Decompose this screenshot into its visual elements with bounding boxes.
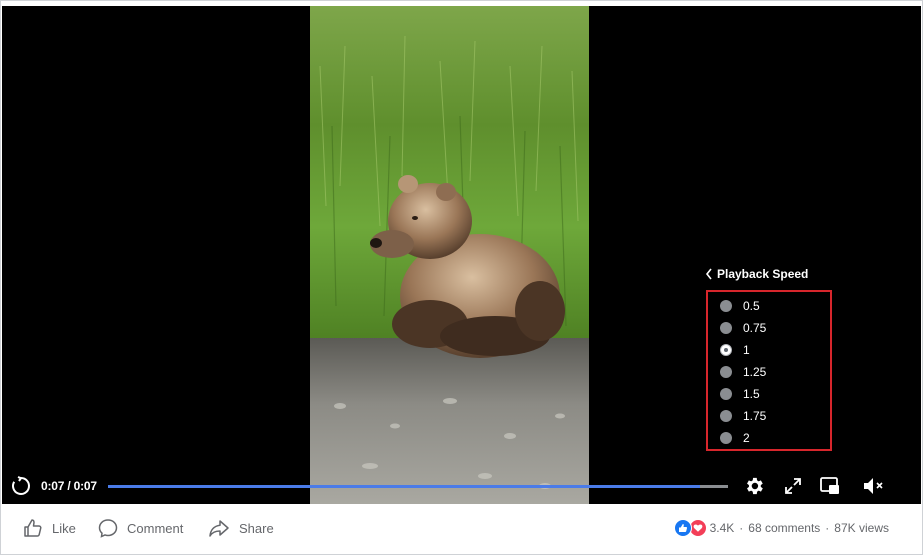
radio-button-selected bbox=[720, 344, 732, 356]
radio-button bbox=[720, 366, 732, 378]
stats-separator: · bbox=[825, 521, 830, 535]
stats-separator: · bbox=[739, 521, 744, 535]
view-count: 87K views bbox=[834, 521, 889, 535]
radio-button bbox=[720, 388, 732, 400]
speaker-muted-icon[interactable] bbox=[861, 474, 885, 498]
time-display: 0:07 / 0:07 bbox=[41, 479, 97, 493]
progress-fill bbox=[108, 485, 700, 488]
video-post: Playback Speed 0.5 0.75 1 1.25 1.5 1.75 … bbox=[0, 0, 923, 555]
bear-video-image bbox=[310, 6, 589, 504]
reaction-icons[interactable] bbox=[673, 519, 707, 537]
speed-option-0-5[interactable]: 0.5 bbox=[708, 295, 830, 317]
reaction-count[interactable]: 3.4K bbox=[710, 521, 735, 535]
video-controls: 0:07 / 0:07 bbox=[2, 468, 921, 504]
like-reaction-icon bbox=[673, 519, 692, 537]
expand-icon[interactable] bbox=[781, 474, 805, 498]
radio-button bbox=[720, 410, 732, 422]
speed-option-1-25[interactable]: 1.25 bbox=[708, 361, 830, 383]
post-action-bar: Like Comment Share 3.4K · 68 comments · … bbox=[2, 504, 921, 554]
comment-button[interactable]: Comment bbox=[98, 516, 183, 540]
speed-option-1-5[interactable]: 1.5 bbox=[708, 383, 830, 405]
video-player[interactable]: Playback Speed 0.5 0.75 1 1.25 1.5 1.75 … bbox=[2, 6, 921, 504]
share-label: Share bbox=[239, 520, 274, 536]
speed-option-1-75[interactable]: 1.75 bbox=[708, 405, 830, 427]
speed-option-label: 1.75 bbox=[743, 409, 767, 423]
speed-option-label: 1.25 bbox=[743, 365, 767, 379]
radio-button bbox=[720, 300, 732, 312]
share-arrow-icon bbox=[209, 520, 229, 537]
like-button[interactable]: Like bbox=[23, 516, 76, 540]
comment-bubble-icon bbox=[98, 519, 118, 538]
picture-in-picture-icon[interactable] bbox=[818, 474, 842, 498]
thumbs-up-icon bbox=[24, 519, 42, 537]
chevron-left-icon bbox=[705, 268, 712, 280]
speed-option-2[interactable]: 2 bbox=[708, 427, 830, 449]
speed-option-label: 2 bbox=[743, 431, 750, 445]
speed-option-label: 0.75 bbox=[743, 321, 767, 335]
comment-count[interactable]: 68 comments bbox=[748, 521, 820, 535]
share-button[interactable]: Share bbox=[208, 516, 274, 540]
speed-option-label: 1.5 bbox=[743, 387, 760, 401]
speed-option-1[interactable]: 1 bbox=[708, 339, 830, 361]
radio-button bbox=[720, 432, 732, 444]
video-frame[interactable] bbox=[310, 6, 589, 504]
gear-icon[interactable] bbox=[742, 474, 766, 498]
speed-menu-back-button[interactable]: Playback Speed bbox=[705, 264, 808, 284]
speed-menu-title: Playback Speed bbox=[717, 267, 809, 281]
comment-label: Comment bbox=[127, 520, 184, 536]
replay-icon[interactable] bbox=[9, 474, 33, 498]
progress-bar[interactable] bbox=[108, 485, 728, 488]
speed-option-0-75[interactable]: 0.75 bbox=[708, 317, 830, 339]
speed-option-label: 1 bbox=[743, 343, 750, 357]
speed-options-list: 0.5 0.75 1 1.25 1.5 1.75 2 bbox=[706, 290, 832, 451]
post-stats: 3.4K · 68 comments · 87K views bbox=[673, 518, 889, 538]
like-label: Like bbox=[52, 520, 76, 536]
speed-option-label: 0.5 bbox=[743, 299, 760, 313]
radio-button bbox=[720, 322, 732, 334]
